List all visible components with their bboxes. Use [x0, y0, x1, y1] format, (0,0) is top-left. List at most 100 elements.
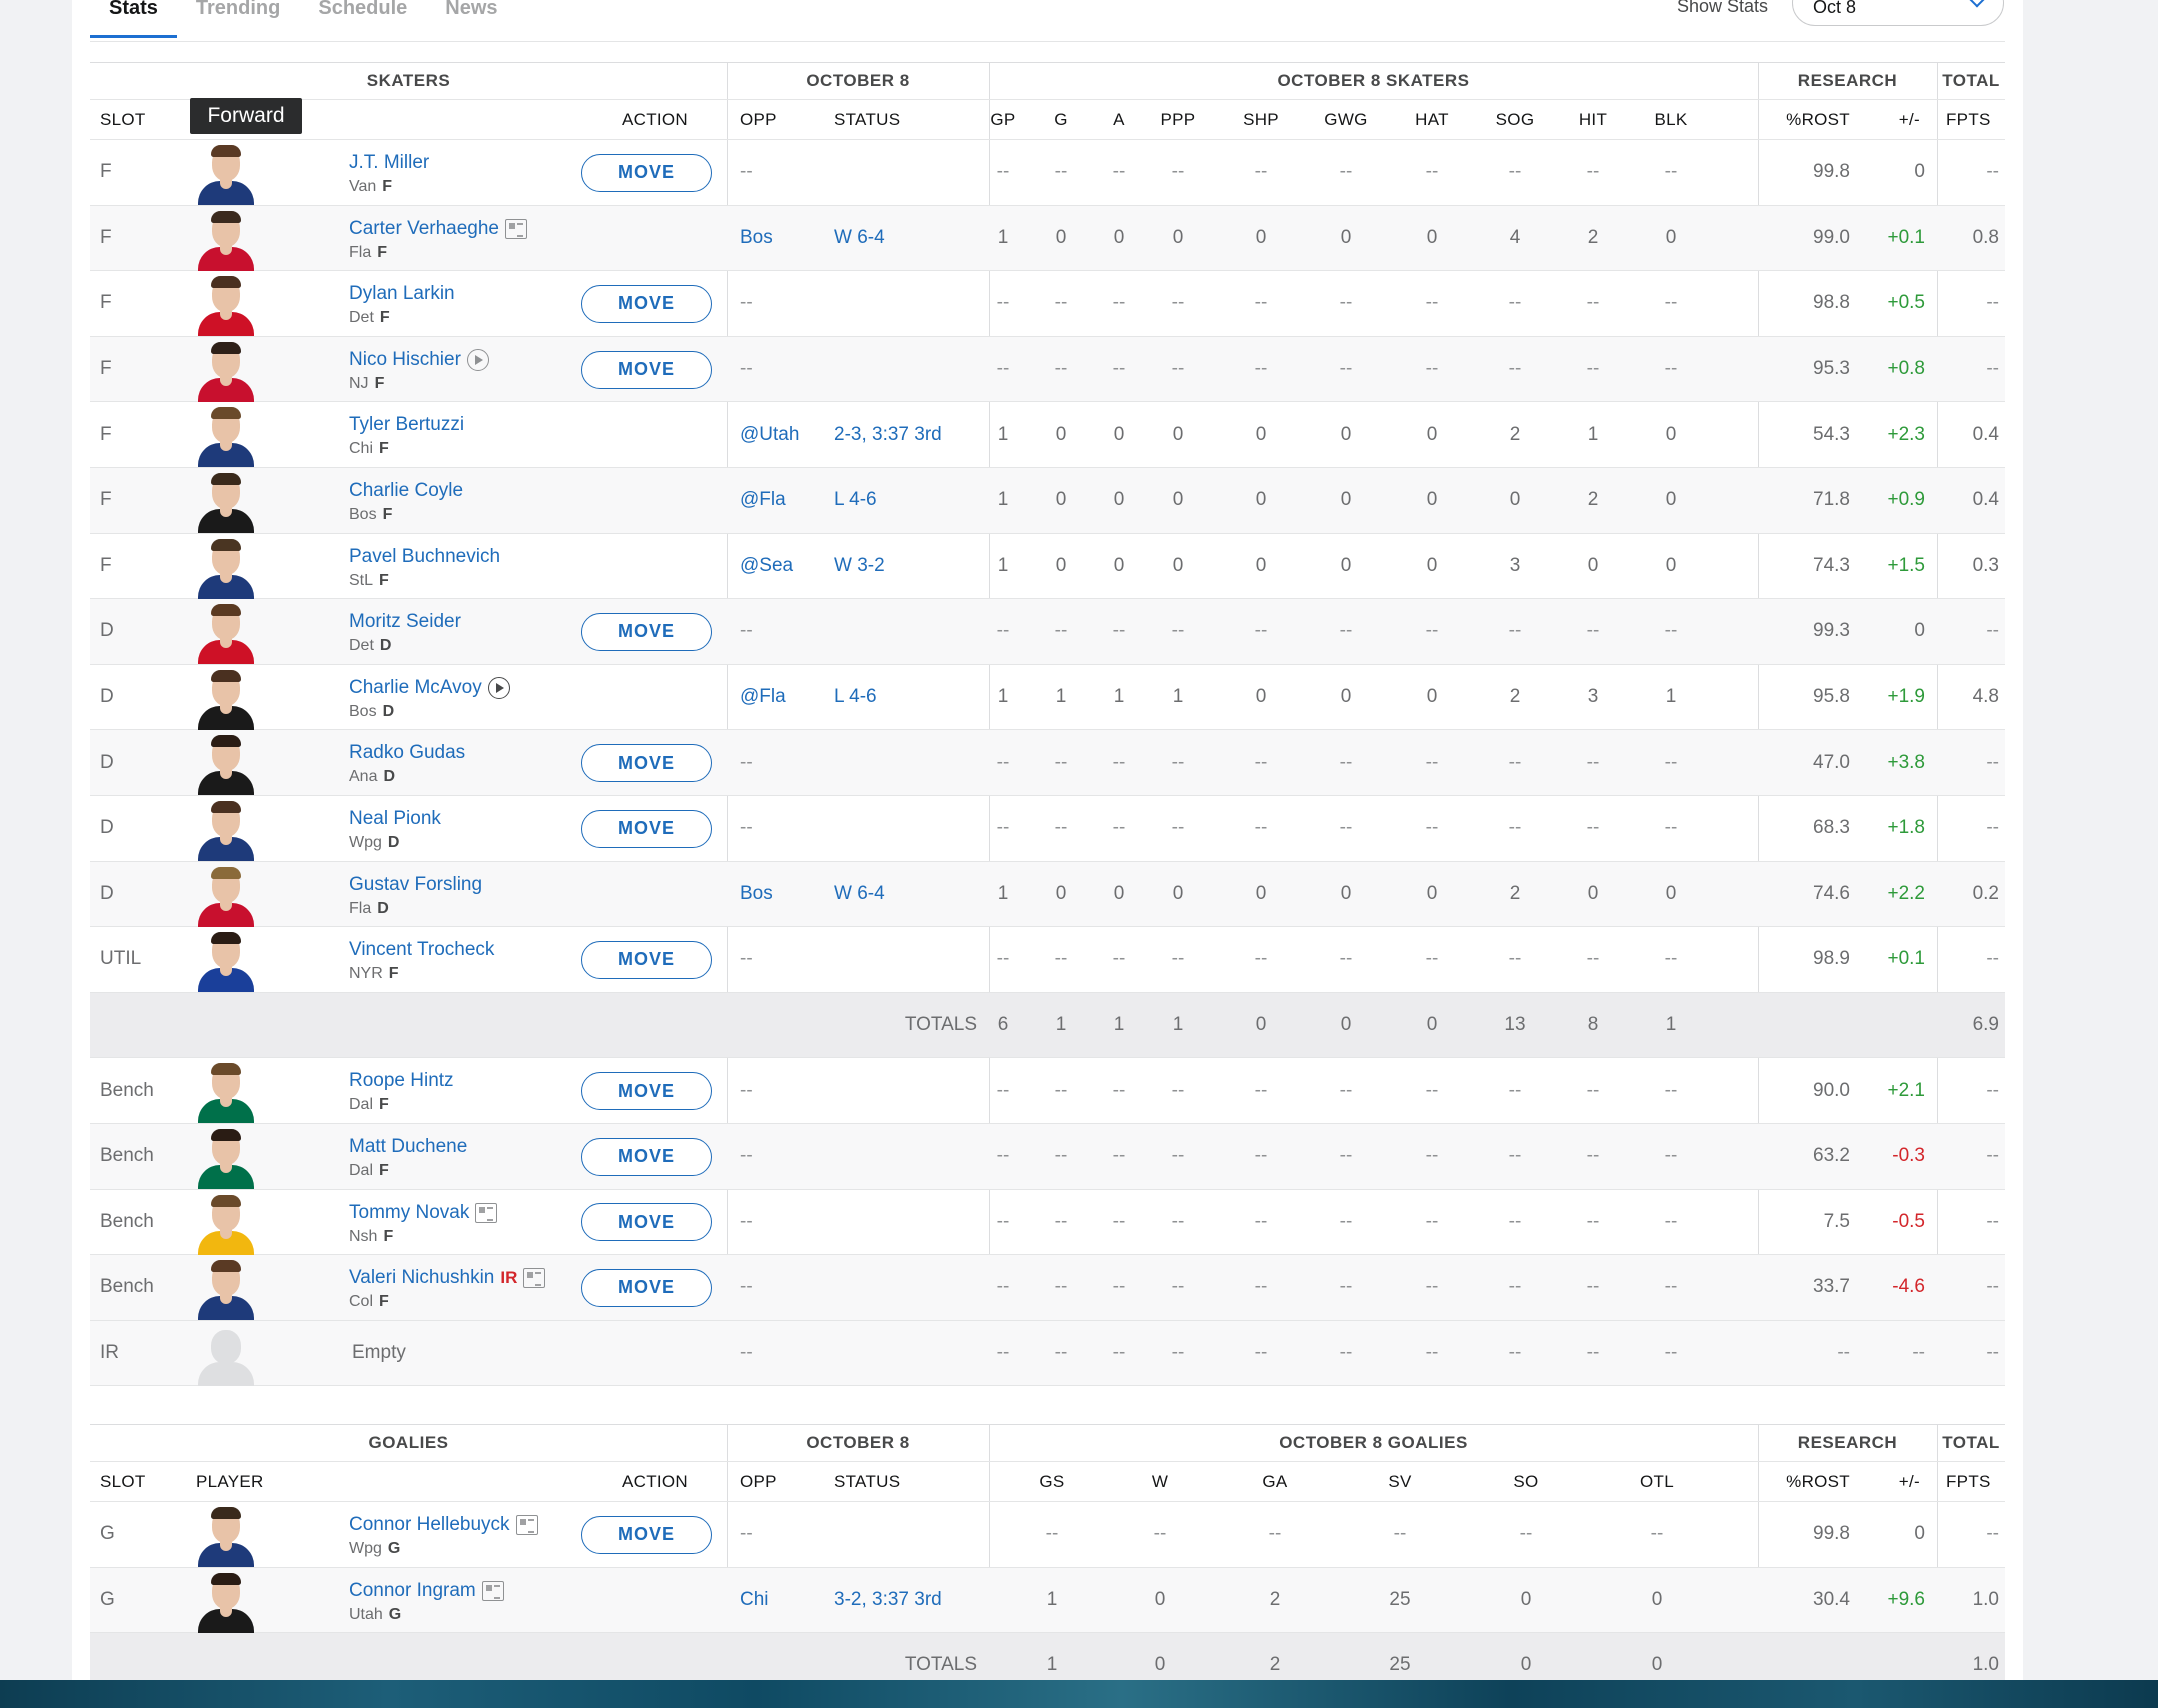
player-name[interactable]: Carter Verhaeghe [349, 218, 499, 240]
game-status[interactable]: 2-3, 3:37 3rd [834, 402, 986, 467]
column-header-stat-5[interactable]: GWG [1315, 100, 1377, 139]
column-header-stat-0[interactable]: GS [1027, 1462, 1077, 1501]
column-header-rost[interactable]: %ROST [1750, 100, 1850, 139]
column-header-stat-7[interactable]: SOG [1484, 100, 1546, 139]
move-button[interactable]: MOVE [581, 284, 712, 323]
player-name-link[interactable]: Charlie McAvoy [349, 676, 510, 699]
opponent[interactable]: Bos [740, 206, 830, 271]
player-name-link[interactable]: Radko Gudas [349, 742, 465, 764]
move-button[interactable]: MOVE [581, 809, 712, 848]
game-status[interactable]: L 4-6 [834, 665, 986, 730]
player-name-link[interactable]: Connor Ingram [349, 1580, 504, 1602]
column-header-slot[interactable]: SLOT [100, 1462, 180, 1501]
tab-schedule[interactable]: Schedule [299, 0, 426, 38]
player-name[interactable]: Roope Hintz [349, 1070, 454, 1092]
player-name[interactable]: J.T. Miller [349, 152, 429, 174]
move-button[interactable]: MOVE [581, 1203, 712, 1242]
player-name[interactable]: Neal Pionk [349, 808, 441, 830]
player-name-link[interactable]: Valeri Nichushkin IR [349, 1267, 546, 1289]
column-header-stat-4[interactable]: SHP [1230, 100, 1292, 139]
news-icon[interactable] [515, 1515, 538, 1535]
column-header-stat-2[interactable]: GA [1245, 1462, 1305, 1501]
game-status[interactable]: W 3-2 [834, 534, 986, 599]
game-status[interactable]: L 4-6 [834, 468, 986, 533]
news-icon[interactable] [505, 218, 527, 239]
move-button[interactable]: MOVE [581, 153, 712, 192]
player-name-link[interactable]: Gustav Forsling [349, 874, 482, 896]
player-name-link[interactable]: Dylan Larkin [349, 283, 455, 305]
video-play-icon[interactable] [466, 348, 489, 371]
column-header-status[interactable]: STATUS [834, 100, 954, 139]
player-name-link[interactable]: Charlie Coyle [349, 480, 463, 502]
player-name-link[interactable]: J.T. Miller [349, 152, 429, 174]
column-header-action[interactable]: ACTION [595, 1462, 715, 1501]
news-icon[interactable] [523, 1268, 546, 1289]
game-status[interactable]: W 6-4 [834, 206, 986, 271]
move-button[interactable]: MOVE [581, 1268, 712, 1307]
player-name[interactable]: Tommy Novak [349, 1202, 469, 1224]
column-header-slot[interactable]: SLOT [100, 100, 180, 139]
opponent[interactable]: Bos [740, 862, 830, 927]
player-name[interactable]: Charlie McAvoy [349, 677, 482, 699]
column-header-stat-0[interactable]: GP [980, 100, 1026, 139]
player-name[interactable]: Connor Ingram [349, 1580, 476, 1602]
game-status[interactable]: W 6-4 [834, 862, 986, 927]
tab-stats[interactable]: Stats [90, 0, 177, 38]
column-header-stat-4[interactable]: SO [1496, 1462, 1556, 1501]
column-header-status[interactable]: STATUS [834, 1462, 954, 1501]
move-button[interactable]: MOVE [581, 1515, 712, 1554]
date-select[interactable]: Oct 8 [1792, 0, 2004, 26]
player-name[interactable]: Matt Duchene [349, 1136, 467, 1158]
player-name-link[interactable]: Vincent Trocheck [349, 939, 494, 961]
player-name-link[interactable]: Connor Hellebuyck [349, 1514, 538, 1536]
move-button[interactable]: MOVE [581, 350, 712, 389]
player-name[interactable]: Radko Gudas [349, 742, 465, 764]
move-button[interactable]: MOVE [581, 1072, 712, 1111]
player-name-link[interactable]: Neal Pionk [349, 808, 441, 830]
news-icon[interactable] [475, 1202, 498, 1223]
column-header-opp[interactable]: OPP [740, 1462, 800, 1501]
player-name-link[interactable]: Carter Verhaeghe [349, 218, 527, 240]
player-name[interactable]: Moritz Seider [349, 611, 461, 633]
column-header-plusminus[interactable]: +/- [1840, 100, 1920, 139]
column-header-stat-3[interactable]: SV [1370, 1462, 1430, 1501]
game-status[interactable]: 3-2, 3:37 3rd [834, 1568, 986, 1633]
column-header-stat-9[interactable]: BLK [1640, 100, 1702, 139]
opponent[interactable]: Chi [740, 1568, 830, 1633]
player-name[interactable]: Charlie Coyle [349, 480, 463, 502]
player-name-link[interactable]: Nico Hischier [349, 348, 489, 371]
opponent[interactable]: @Utah [740, 402, 830, 467]
column-header-stat-8[interactable]: HIT [1562, 100, 1624, 139]
player-name-link[interactable]: Roope Hintz [349, 1070, 454, 1092]
column-header-rost[interactable]: %ROST [1750, 1462, 1850, 1501]
player-name-link[interactable]: Pavel Buchnevich [349, 546, 500, 568]
player-name[interactable]: Dylan Larkin [349, 283, 455, 305]
column-header-stat-6[interactable]: HAT [1401, 100, 1463, 139]
column-header-stat-1[interactable]: W [1135, 1462, 1185, 1501]
column-header-stat-3[interactable]: PPP [1147, 100, 1209, 139]
column-header-stat-1[interactable]: G [1038, 100, 1084, 139]
tab-trending[interactable]: Trending [177, 0, 299, 38]
player-name[interactable]: Tyler Bertuzzi [349, 414, 464, 436]
player-name[interactable]: Nico Hischier [349, 349, 461, 371]
column-header-fpts[interactable]: FPTS [1946, 100, 2006, 139]
player-name[interactable]: Valeri Nichushkin [349, 1267, 494, 1289]
player-name-link[interactable]: Tyler Bertuzzi [349, 414, 464, 436]
news-icon[interactable] [481, 1580, 504, 1601]
column-header-player[interactable]: PLAYER [196, 1462, 316, 1501]
opponent[interactable]: @Fla [740, 468, 830, 533]
move-button[interactable]: MOVE [581, 940, 712, 979]
column-header-opp[interactable]: OPP [740, 100, 800, 139]
video-play-icon[interactable] [487, 676, 510, 699]
column-header-action[interactable]: ACTION [595, 100, 715, 139]
player-name-link[interactable]: Tommy Novak [349, 1202, 498, 1224]
player-name[interactable]: Gustav Forsling [349, 874, 482, 896]
column-header-stat-5[interactable]: OTL [1627, 1462, 1687, 1501]
player-name-link[interactable]: Matt Duchene [349, 1136, 467, 1158]
tab-news[interactable]: News [426, 0, 516, 38]
player-name[interactable]: Vincent Trocheck [349, 939, 494, 961]
move-button[interactable]: MOVE [581, 744, 712, 783]
column-header-plusminus[interactable]: +/- [1840, 1462, 1920, 1501]
column-header-fpts[interactable]: FPTS [1946, 1462, 2006, 1501]
opponent[interactable]: @Fla [740, 665, 830, 730]
